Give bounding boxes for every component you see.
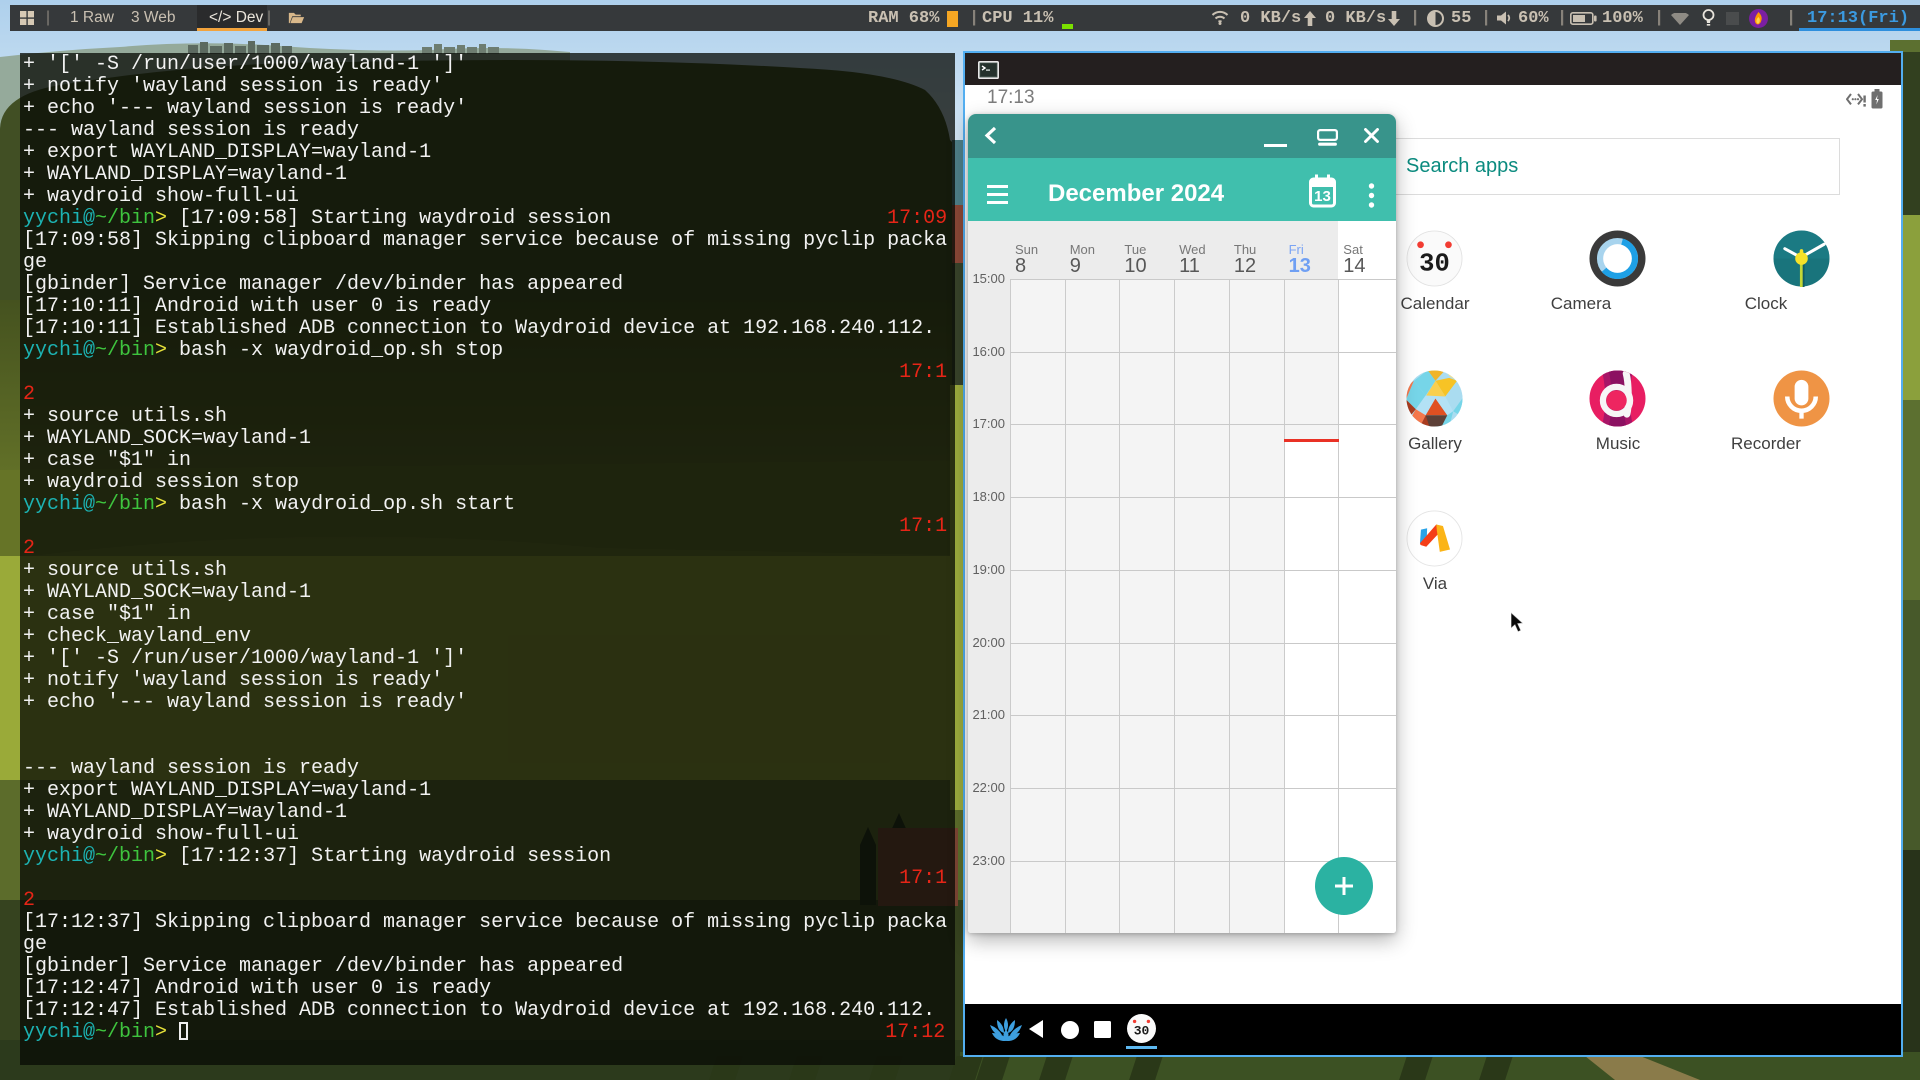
svg-text:30: 30 bbox=[1419, 249, 1450, 278]
svg-text:13: 13 bbox=[1314, 188, 1331, 205]
svg-text:30: 30 bbox=[1134, 1024, 1150, 1039]
